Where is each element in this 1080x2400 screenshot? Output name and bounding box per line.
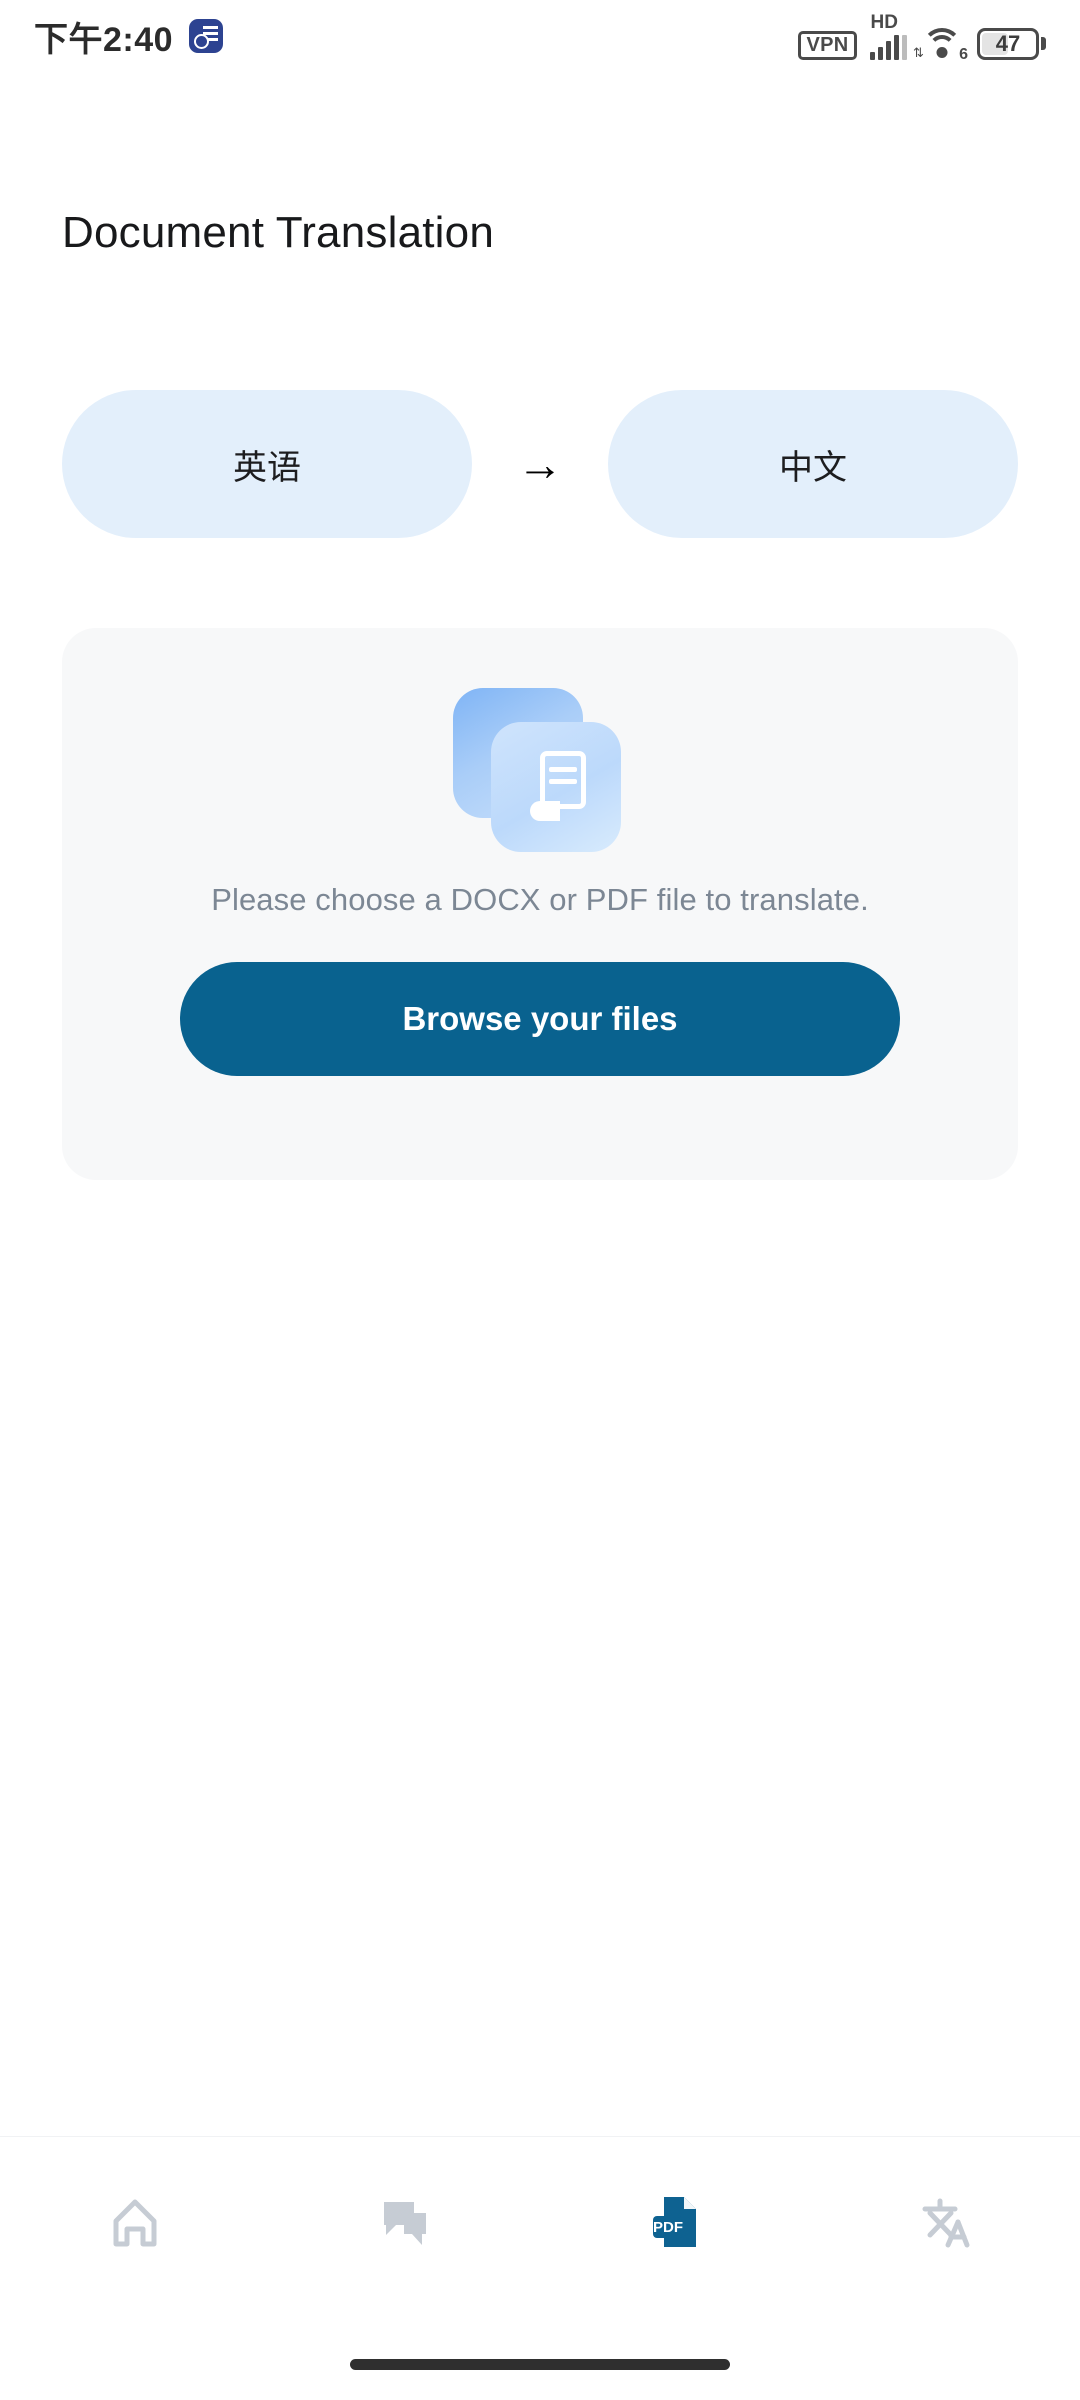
arrow-right-icon: → — [517, 438, 563, 490]
upload-hint-text: Please choose a DOCX or PDF file to tran… — [211, 882, 869, 917]
cellular-signal-icon: HD — [869, 11, 907, 60]
wifi-generation-label: 6 — [959, 45, 968, 63]
status-bar-clock: 下午2:40 — [34, 20, 174, 59]
nav-item-translate[interactable] — [810, 2137, 1080, 2307]
battery-percent-label: 47 — [995, 30, 1021, 56]
page-title: Document Translation — [62, 208, 494, 257]
nav-item-documents[interactable]: PDF — [540, 2137, 810, 2307]
translate-icon — [922, 2198, 970, 2248]
document-clock-badge-icon — [189, 19, 224, 53]
language-selector: 英语 → 中文 — [62, 390, 1018, 538]
bottom-navigation-bar: PDF — [0, 2136, 1080, 2400]
file-upload-card: Please choose a DOCX or PDF file to tran… — [62, 628, 1018, 1180]
vpn-icon: VPN — [798, 30, 857, 60]
nav-item-chat[interactable] — [270, 2137, 540, 2307]
source-language-button[interactable]: 英语 — [62, 390, 472, 538]
gesture-home-indicator[interactable] — [350, 2359, 730, 2370]
status-bar: 下午2:40 VPN HD ⇅ 6 47 — [0, 0, 1080, 72]
chat-bubbles-icon — [384, 2202, 426, 2245]
home-icon — [113, 2199, 157, 2247]
status-bar-right: VPN HD ⇅ 6 47 — [798, 11, 1046, 62]
pdf-file-icon: PDF — [653, 2197, 696, 2247]
status-bar-left: 下午2:40 — [34, 12, 224, 61]
hd-label: HD — [870, 11, 898, 33]
pdf-badge-label: PDF — [653, 2219, 683, 2236]
stacked-documents-icon — [452, 688, 628, 852]
wifi-icon: ⇅ 6 — [913, 26, 968, 62]
battery-icon: 47 — [977, 27, 1046, 60]
target-language-button[interactable]: 中文 — [608, 390, 1018, 538]
signal-bars-icon — [869, 34, 907, 60]
nav-item-home[interactable] — [0, 2137, 270, 2307]
browse-files-button[interactable]: Browse your files — [180, 962, 900, 1076]
